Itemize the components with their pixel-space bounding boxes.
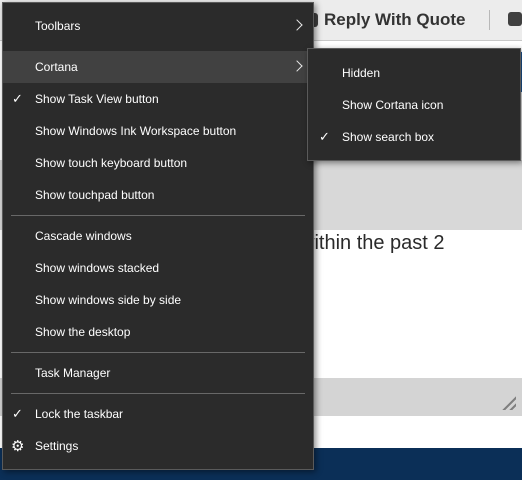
menu-item-label: Settings <box>35 439 79 453</box>
checkmark-icon: ✓ <box>319 129 330 144</box>
menu-item-show-windows-stacked[interactable]: Show windows stacked <box>3 252 313 284</box>
taskbar-context-menu: Toolbars Cortana ✓ Show Task View button… <box>2 2 314 470</box>
menu-item-label: Show windows side by side <box>35 293 182 307</box>
menu-item-label: Hidden <box>342 66 381 80</box>
menu-item-task-manager[interactable]: Task Manager <box>3 357 313 389</box>
chevron-right-icon <box>291 60 303 72</box>
menu-item-label: Show windows stacked <box>35 261 160 275</box>
menu-item-label: Cortana <box>35 60 78 74</box>
menu-separator <box>11 215 305 216</box>
menu-separator <box>11 393 305 394</box>
reply-with-quote-button[interactable]: Reply With Quote <box>304 8 466 32</box>
chevron-right-icon <box>291 19 303 31</box>
reply-with-quote-label: Reply With Quote <box>324 10 466 29</box>
menu-item-cortana[interactable]: Cortana <box>3 51 313 83</box>
submenu-item-show-search-box[interactable]: ✓ Show search box <box>308 121 520 153</box>
menu-item-label: Toolbars <box>35 19 81 33</box>
menu-item-label: Task Manager <box>35 366 111 380</box>
menu-item-label: Lock the taskbar <box>35 407 124 421</box>
checkmark-icon: ✓ <box>12 406 23 421</box>
toolbar-divider <box>489 10 490 30</box>
menu-item-settings[interactable]: ⚙ Settings <box>3 430 313 462</box>
menu-item-label: Cascade windows <box>35 229 132 243</box>
menu-item-toolbars[interactable]: Toolbars <box>3 10 313 42</box>
menu-item-show-task-view-button[interactable]: ✓ Show Task View button <box>3 83 313 115</box>
menu-separator <box>11 352 305 353</box>
menu-item-label: Show Windows Ink Workspace button <box>35 124 237 138</box>
menu-item-label: Show touch keyboard button <box>35 156 188 170</box>
menu-item-show-windows-ink-workspace-button[interactable]: Show Windows Ink Workspace button <box>3 115 313 147</box>
cortana-submenu: Hidden Show Cortana icon ✓ Show search b… <box>307 48 521 161</box>
gear-icon: ⚙ <box>11 438 25 455</box>
post-body-text: within the past 2 <box>300 232 445 254</box>
menu-item-label: Show the desktop <box>35 325 131 339</box>
menu-item-label: Show Task View button <box>35 92 159 106</box>
submenu-item-hidden[interactable]: Hidden <box>308 57 520 89</box>
speech-bubble-icon[interactable] <box>508 12 522 26</box>
menu-item-show-touchpad-button[interactable]: Show touchpad button <box>3 179 313 211</box>
menu-item-cascade-windows[interactable]: Cascade windows <box>3 220 313 252</box>
menu-item-show-touch-keyboard-button[interactable]: Show touch keyboard button <box>3 147 313 179</box>
menu-item-show-the-desktop[interactable]: Show the desktop <box>3 316 313 348</box>
checkmark-icon: ✓ <box>12 91 23 106</box>
menu-item-show-windows-side-by-side[interactable]: Show windows side by side <box>3 284 313 316</box>
menu-item-label: Show touchpad button <box>35 188 155 202</box>
menu-item-lock-the-taskbar[interactable]: ✓ Lock the taskbar <box>3 398 313 430</box>
menu-item-label: Show search box <box>342 130 435 144</box>
menu-item-label: Show Cortana icon <box>342 98 444 112</box>
submenu-item-show-cortana-icon[interactable]: Show Cortana icon <box>308 89 520 121</box>
